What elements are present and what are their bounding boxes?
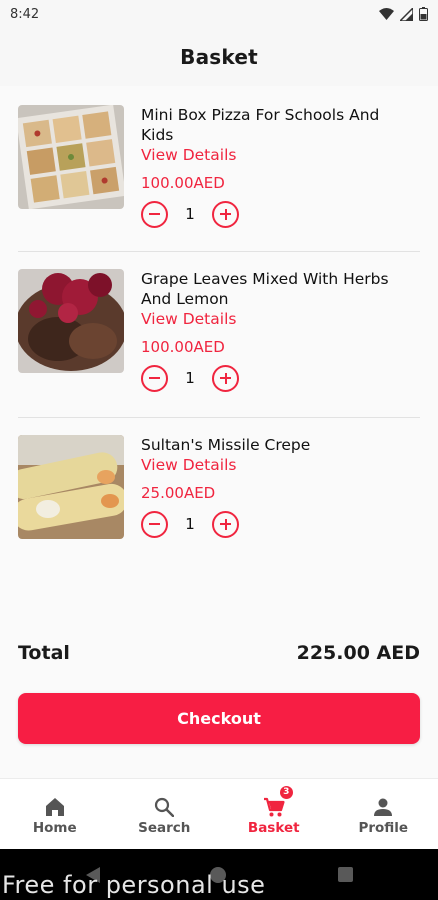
- bottom-nav: Home Search 3 Basket Profile: [0, 778, 438, 849]
- grape-leaves-photo: [18, 269, 124, 373]
- app-header: Basket: [0, 28, 438, 86]
- decrease-quantity-button[interactable]: [141, 200, 168, 228]
- quantity-value: 1: [185, 369, 195, 387]
- cart-icon: 3: [263, 784, 294, 817]
- decrease-quantity-button[interactable]: [141, 364, 168, 392]
- item-name: Grape Leaves Mixed With Herbs And Lemon: [141, 270, 389, 308]
- nav-label: Search: [138, 819, 191, 836]
- basket-list: Mini Box Pizza For Schools And Kids View…: [0, 86, 438, 778]
- wifi-icon: [379, 8, 394, 20]
- divider: [18, 417, 420, 418]
- basket-item: Sultan's Missile Crepe View Details 25.0…: [18, 435, 420, 539]
- item-name: Mini Box Pizza For Schools And Kids: [141, 106, 380, 144]
- divider: [18, 251, 420, 252]
- mini-box-pizza-photo: [18, 105, 124, 209]
- view-details-link[interactable]: View Details: [141, 309, 411, 329]
- view-details-link[interactable]: View Details: [141, 145, 411, 165]
- signal-icon: [400, 7, 413, 21]
- increase-quantity-button[interactable]: [212, 510, 239, 538]
- item-info: Sultan's Missile Crepe View Details 25.0…: [141, 435, 411, 539]
- item-price: 100.00AED: [141, 174, 225, 192]
- quantity-stepper: 1: [141, 364, 411, 392]
- home-icon: [45, 793, 65, 817]
- page-title: Basket: [180, 45, 258, 69]
- battery-icon: [419, 7, 428, 21]
- status-time: 8:42: [10, 6, 40, 22]
- person-icon: [373, 793, 393, 817]
- nav-label: Home: [32, 819, 77, 836]
- increase-quantity-button[interactable]: [212, 200, 239, 228]
- checkout-button[interactable]: Checkout: [18, 693, 420, 744]
- nav-profile[interactable]: Profile: [329, 779, 438, 849]
- nav-label: Basket: [247, 819, 300, 836]
- status-icons: [379, 7, 428, 21]
- item-price: 25.00AED: [141, 484, 216, 502]
- increase-quantity-button[interactable]: [212, 364, 239, 392]
- crepe-photo: [18, 435, 124, 539]
- recents-icon[interactable]: [338, 867, 353, 882]
- item-name: Sultan's Missile Crepe: [141, 436, 311, 454]
- item-price: 100.00AED: [141, 338, 225, 356]
- total-label: Total: [18, 642, 70, 664]
- search-icon: [154, 793, 175, 817]
- item-info: Mini Box Pizza For Schools And Kids View…: [141, 105, 411, 228]
- basket-item: Grape Leaves Mixed With Herbs And Lemon …: [18, 269, 420, 392]
- basket-item: Mini Box Pizza For Schools And Kids View…: [18, 105, 420, 228]
- quantity-stepper: 1: [141, 200, 411, 228]
- nav-basket[interactable]: 3 Basket: [219, 779, 329, 849]
- item-info: Grape Leaves Mixed With Herbs And Lemon …: [141, 269, 411, 392]
- nav-home[interactable]: Home: [0, 779, 110, 849]
- quantity-stepper: 1: [141, 510, 411, 538]
- total-value: 225.00 AED: [296, 642, 420, 664]
- total-row: Total 225.00 AED: [18, 642, 420, 664]
- view-details-link[interactable]: View Details: [141, 455, 411, 475]
- status-bar: 8:42: [0, 0, 438, 28]
- quantity-value: 1: [185, 515, 195, 533]
- cart-count-badge: 3: [278, 784, 294, 800]
- quantity-value: 1: [185, 205, 195, 223]
- system-nav-bar: Free for personal use: [0, 849, 438, 900]
- nav-search[interactable]: Search: [110, 779, 220, 849]
- nav-label: Profile: [358, 819, 409, 836]
- decrease-quantity-button[interactable]: [141, 510, 168, 538]
- watermark-text: Free for personal use: [2, 871, 266, 899]
